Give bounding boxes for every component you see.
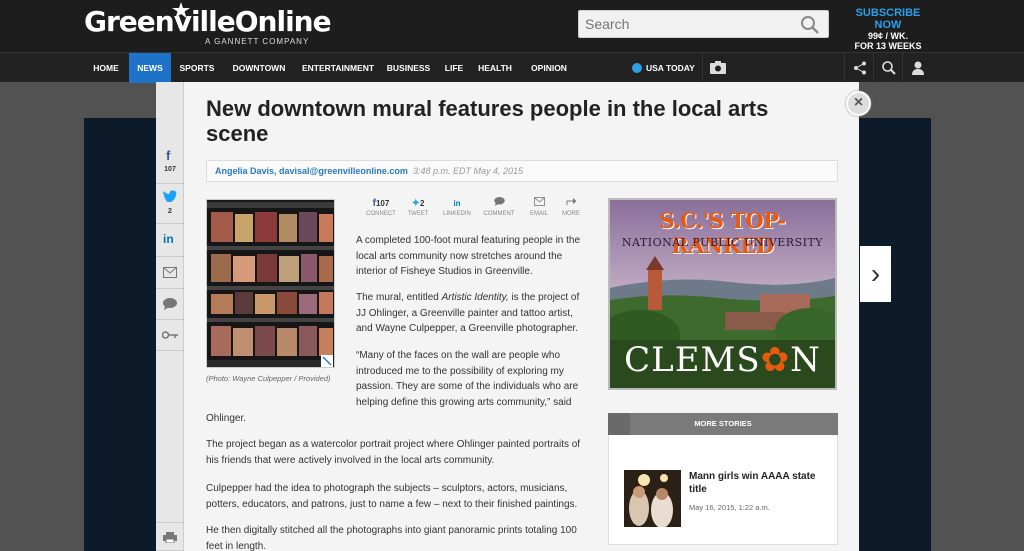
site-logo[interactable]: GreenvilleOnline: [84, 6, 332, 38]
facebook-icon: f: [166, 148, 171, 163]
paragraph-3: “Many of the faces on the wall are peopl…: [356, 350, 579, 408]
twitter-icon: [163, 190, 177, 202]
more-stories-header[interactable]: MORE STORIES: [608, 413, 838, 435]
main-nav: HOME NEWS SPORTS DOWNTOWN ENTERTAINMENT …: [0, 52, 1024, 83]
ad-headline: S.C.'S TOP-RANKED: [659, 208, 786, 258]
share-nav-button[interactable]: [844, 53, 874, 83]
ad-subheadline: NATIONAL PUBLIC UNIVERSITY: [621, 236, 824, 249]
share-connect-count: 107: [375, 199, 390, 208]
paragraph-1: A completed 100-foot mural featuring peo…: [356, 235, 581, 277]
sidebar-linkedin[interactable]: in: [156, 224, 184, 257]
search-icon[interactable]: [800, 15, 820, 35]
nav-usatoday[interactable]: USA TODAY: [630, 53, 696, 83]
paragraph-2: The mural, entitled Artistic Identity, i…: [356, 292, 580, 334]
share-tweet-count: 2: [419, 199, 425, 208]
paragraph-3-end: Ohlinger.: [206, 413, 247, 424]
paragraph-4: The project began as a watercolor portra…: [206, 439, 581, 466]
facebook-count: 107: [164, 166, 176, 173]
comment-icon: [163, 298, 177, 310]
nav-downtown[interactable]: DOWNTOWN: [224, 53, 294, 83]
share-icon: [854, 61, 866, 75]
search-input[interactable]: [585, 15, 785, 33]
nav-opinion[interactable]: OPINION: [520, 53, 578, 83]
nav-business[interactable]: BUSINESS: [381, 53, 436, 83]
article-byline: Angelia Davis, davisal@greenvilleonline.…: [206, 160, 838, 182]
camera-nav-button[interactable]: [702, 53, 732, 83]
user-nav-button[interactable]: [902, 53, 932, 83]
close-button[interactable]: ×: [846, 91, 871, 116]
mural-photo[interactable]: [206, 199, 335, 368]
sidebar-print[interactable]: [156, 522, 184, 551]
usatoday-label: USA TODAY: [646, 63, 695, 73]
story-thumbnail[interactable]: [624, 470, 681, 527]
share-linkedin-label: LINKEDIN: [443, 211, 471, 217]
share-toolbar: f107 CONNECT ✦2 TWEET in LINKEDIN COMMEN…: [363, 196, 588, 222]
sidebar-key[interactable]: [156, 320, 184, 351]
envelope-icon: [533, 197, 545, 206]
search-box[interactable]: [578, 10, 829, 38]
search-nav-button[interactable]: [873, 53, 903, 83]
sidebar-twitter[interactable]: 2: [156, 184, 184, 224]
share-arrow-icon: [566, 198, 576, 205]
share-linkedin[interactable]: in LINKEDIN: [439, 196, 475, 217]
search-icon: [882, 61, 896, 75]
share-more-label: MORE: [562, 211, 580, 217]
backdrop-left: [84, 118, 156, 551]
paragraph-5: Culpepper had the idea to photograph the…: [206, 483, 578, 510]
subscribe-term: FOR 13 WEEKS: [854, 41, 922, 51]
share-comment[interactable]: COMMENT: [481, 196, 517, 217]
backdrop-right: [859, 118, 931, 551]
nav-home[interactable]: HOME: [84, 53, 128, 83]
linkedin-icon: in: [163, 232, 174, 246]
share-connect-label: CONNECT: [366, 211, 396, 217]
user-icon: [912, 61, 924, 75]
share-sidebar: f 107 2 in: [156, 82, 184, 551]
nav-entertainment[interactable]: ENTERTAINMENT: [296, 53, 380, 83]
nav-news[interactable]: NEWS: [129, 53, 171, 83]
logo-subtitle: A GANNETT COMPANY: [205, 37, 310, 46]
share-tweet-label: TWEET: [407, 211, 429, 217]
nav-life[interactable]: LIFE: [437, 53, 471, 83]
share-email[interactable]: EMAIL: [521, 196, 557, 217]
twitter-count: 2: [168, 208, 172, 215]
comment-icon: [493, 197, 505, 206]
subscribe-headline[interactable]: SUBSCRIBE NOW: [844, 7, 932, 31]
share-comment-label: COMMENT: [483, 211, 515, 217]
subscribe-promo[interactable]: SUBSCRIBE NOW 99¢ / WK. FOR 13 WEEKS: [844, 7, 932, 51]
ad-brand: CLEMS✿N: [624, 340, 821, 380]
clemson-ad[interactable]: S.C.'S TOP-RANKED NATIONAL PUBLIC UNIVER…: [608, 198, 837, 390]
print-icon: [163, 532, 177, 543]
paragraph-6: He then digitally stitched all the photo…: [206, 525, 577, 551]
linkedin-icon: in: [453, 199, 461, 208]
twitter-icon: ✦: [411, 198, 420, 209]
share-email-label: EMAIL: [529, 211, 548, 217]
sidebar-email[interactable]: [156, 257, 184, 289]
author-link[interactable]: Angelia Davis, davisal@greenvilleonline.…: [215, 161, 408, 181]
next-article-button[interactable]: ›: [860, 246, 891, 302]
nav-health[interactable]: HEALTH: [472, 53, 518, 83]
subscribe-price: 99¢ / WK.: [867, 31, 908, 41]
article-headline: New downtown mural features people in th…: [206, 96, 769, 146]
close-icon: ×: [853, 94, 864, 111]
envelope-icon: [163, 267, 177, 278]
share-tweet[interactable]: ✦2 TWEET: [400, 196, 436, 217]
mural-photo-image: [207, 200, 334, 367]
chevron-right-icon: ›: [870, 258, 881, 289]
story-title[interactable]: Mann girls win AAAA state title: [689, 470, 829, 496]
photo-caption: (Photo: Wayne Culpepper / Provided): [206, 374, 331, 383]
story-date: May 16, 2015, 1:22 a.m.: [689, 503, 770, 512]
publish-time: 3:48 p.m. EDT May 4, 2015: [413, 166, 524, 176]
star-icon: [172, 2, 190, 18]
key-icon: [162, 331, 178, 339]
tiger-paw-icon: ✿: [760, 340, 791, 380]
sidebar-facebook[interactable]: f 107: [156, 142, 184, 184]
story-card[interactable]: Mann girls win AAAA state title May 16, …: [608, 435, 838, 545]
sidebar-comment[interactable]: [156, 289, 184, 320]
usatoday-dot-icon: [632, 63, 642, 73]
camera-icon: [710, 61, 726, 74]
site-header: GreenvilleOnline A GANNETT COMPANY SUBSC…: [0, 0, 1024, 52]
nav-sports[interactable]: SPORTS: [171, 53, 223, 83]
share-connect[interactable]: f107 CONNECT: [363, 196, 399, 217]
share-more[interactable]: MORE: [553, 196, 589, 217]
